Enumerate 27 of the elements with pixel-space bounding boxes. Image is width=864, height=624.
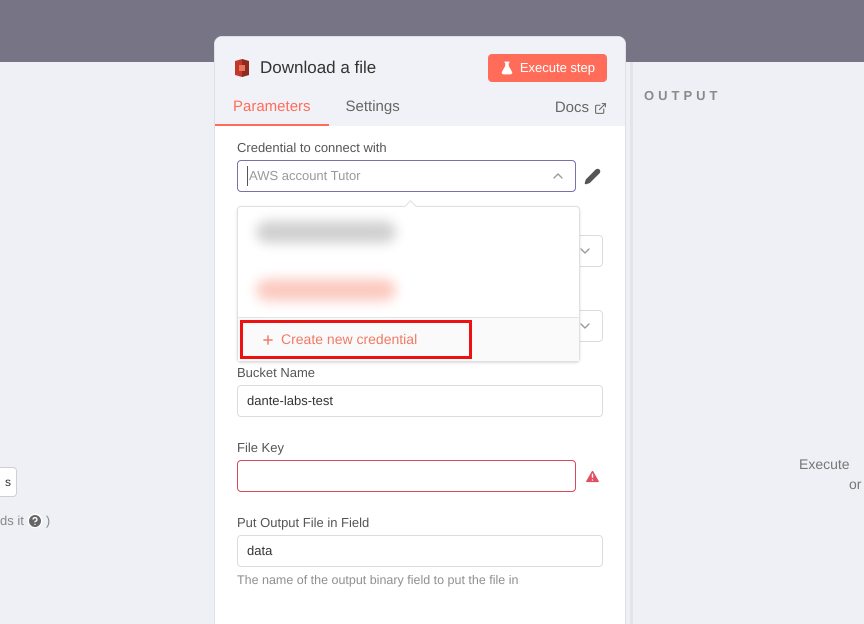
field-label: Bucket Name [237, 364, 316, 382]
external-link-icon [594, 102, 607, 114]
help-icon[interactable] [26, 512, 43, 529]
tab[interactable]: Settings [328, 90, 417, 126]
field-label: Put Output File in Field [237, 514, 370, 532]
text-field[interactable]: dante-labs-test [237, 385, 603, 417]
warning-icon [584, 468, 601, 484]
create-credential-button[interactable]: Create new credential [240, 320, 472, 359]
hint-text: ds it [0, 512, 24, 530]
empty-message: or [849, 474, 862, 494]
credential-select[interactable]: AWS account Tutor [237, 160, 576, 192]
node-title: Download a file [260, 57, 376, 80]
field-label: Credential to connect with [237, 139, 388, 157]
edit-icon[interactable] [584, 168, 601, 184]
field-label: File Key [237, 439, 285, 457]
docs-link[interactable]: Docs [554, 90, 607, 126]
panel-title: OUTPUT [644, 87, 722, 105]
plus-icon [261, 332, 275, 346]
text-field[interactable]: data [237, 535, 603, 567]
empty-message: Execute [799, 454, 851, 474]
flask-icon [500, 61, 514, 75]
field-hint: The name of the output binary field to put the file in [237, 572, 520, 589]
bucket-icon [233, 58, 251, 78]
execute-step-button[interactable]: Execute step [488, 54, 607, 82]
text-field[interactable] [237, 460, 576, 492]
option-button[interactable]: s [0, 467, 17, 497]
hint-text: ) [46, 512, 50, 530]
